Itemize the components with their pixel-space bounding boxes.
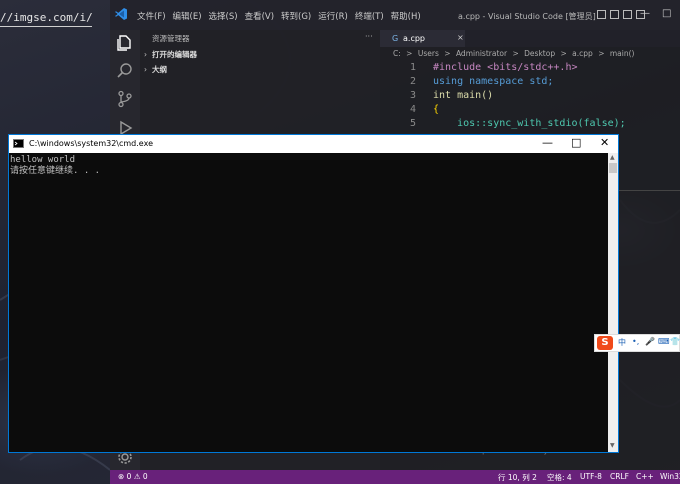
section-label: 大纲 xyxy=(152,65,167,74)
breadcrumb-separator: > xyxy=(560,49,567,58)
problems-indicator[interactable]: ⊗ 0 ⚠ 0 xyxy=(118,472,148,481)
cmd-close-button[interactable]: ✕ xyxy=(600,136,609,149)
ime-voice-icon[interactable]: 🎤 xyxy=(645,337,655,346)
ime-chinese-mode[interactable]: 中 xyxy=(618,337,626,348)
cmd-maximize-button[interactable]: □ xyxy=(571,136,581,149)
toggle-panel-icon[interactable] xyxy=(610,10,619,19)
breadcrumb-item[interactable]: a.cpp xyxy=(572,49,593,58)
encoding[interactable]: UTF-8 xyxy=(580,472,602,481)
section-outline[interactable]: › 大纲 xyxy=(144,64,167,75)
indentation[interactable]: 空格: 4 xyxy=(547,472,572,483)
scrollbar-thumb[interactable] xyxy=(609,163,617,173)
cmd-titlebar[interactable]: C:\windows\system32\cmd.exe — □ ✕ xyxy=(9,135,618,153)
ime-toolbar: S 中 •, 🎤 ⌨ 👕 xyxy=(594,334,680,352)
code-text: ios::sync_with_stdio(false); xyxy=(433,118,626,129)
toggle-secondary-sidebar-icon[interactable] xyxy=(623,10,632,19)
ime-skin-icon[interactable]: 👕 xyxy=(670,337,680,346)
cmd-window-title: C:\windows\system32\cmd.exe xyxy=(29,139,153,148)
vscode-titlebar: 文件(F) 编辑(E) 选择(S) 查看(V) 转到(G) 运行(R) 终端(T… xyxy=(110,0,680,30)
ime-keyboard-icon[interactable]: ⌨ xyxy=(658,337,670,346)
breadcrumb-separator: > xyxy=(444,49,451,58)
section-label: 打开的编辑器 xyxy=(152,50,197,59)
menu-bar: 文件(F) 编辑(E) 选择(S) 查看(V) 转到(G) 运行(R) 终端(T… xyxy=(137,10,428,22)
code-text: int main() xyxy=(433,90,494,101)
line-number: 4 xyxy=(409,104,416,115)
desktop-url-text: //imgse.com/i/ xyxy=(0,11,93,27)
sogou-ime-logo[interactable]: S xyxy=(597,336,613,350)
cmd-output-line: 请按任意键继续. . . xyxy=(10,166,101,176)
scroll-down-arrow-icon[interactable]: ▼ xyxy=(610,442,615,449)
chevron-right-icon: › xyxy=(144,50,147,59)
status-bar: ⊗ 0 ⚠ 0 行 10, 列 2 空格: 4 UTF-8 CRLF C++ W… xyxy=(110,470,680,484)
line-number: 1 xyxy=(409,62,416,73)
breadcrumb-separator: > xyxy=(406,49,413,58)
cpp-file-icon: G xyxy=(392,34,399,43)
menu-file[interactable]: 文件(F) xyxy=(137,10,166,22)
line-number: 5 xyxy=(409,118,416,129)
breadcrumb-separator: > xyxy=(512,49,519,58)
cmd-output-line: hellow world xyxy=(10,155,76,165)
cursor-position[interactable]: 行 10, 列 2 xyxy=(498,472,537,483)
breadcrumb-item[interactable]: Desktop xyxy=(524,49,555,58)
code-text: { xyxy=(433,104,440,115)
maximize-button[interactable]: □ xyxy=(662,8,671,19)
cmd-output[interactable]: hellow world 请按任意键继续. . . xyxy=(10,155,600,177)
explorer-more-button[interactable]: ··· xyxy=(365,32,373,41)
breadcrumb-item[interactable]: Users xyxy=(418,49,439,58)
cmd-minimize-button[interactable]: — xyxy=(542,136,553,149)
layout-controls xyxy=(597,10,645,19)
minimize-button[interactable]: — xyxy=(640,8,650,19)
menu-selection[interactable]: 选择(S) xyxy=(209,10,238,22)
toggle-sidebar-icon[interactable] xyxy=(597,10,606,19)
menu-run[interactable]: 运行(R) xyxy=(318,10,348,22)
menu-go[interactable]: 转到(G) xyxy=(281,10,311,22)
vscode-logo-icon xyxy=(115,8,127,20)
ime-punctuation-icon[interactable]: •, xyxy=(632,337,639,346)
language-mode[interactable]: C++ xyxy=(636,472,654,481)
line-endings[interactable]: CRLF xyxy=(610,472,629,481)
menu-help[interactable]: 帮助(H) xyxy=(391,10,421,22)
section-open-editors[interactable]: › 打开的编辑器 xyxy=(144,49,197,60)
line-number: 3 xyxy=(409,90,416,101)
chevron-right-icon: › xyxy=(144,65,147,74)
console-icon xyxy=(13,139,24,148)
cmd-window: C:\windows\system32\cmd.exe — □ ✕ hellow… xyxy=(8,134,619,453)
code-text: #include <bits/stdc++.h> xyxy=(433,62,578,73)
explorer-icon[interactable] xyxy=(116,34,134,52)
explorer-title: 资源管理器 xyxy=(152,34,190,43)
scroll-up-arrow-icon[interactable]: ▲ xyxy=(610,154,615,161)
platform[interactable]: Win32 xyxy=(660,472,680,481)
breadcrumb-item[interactable]: C: xyxy=(393,49,401,58)
tab-label: a.cpp xyxy=(403,34,425,43)
vscode-window-controls: — □ ✕ xyxy=(640,8,680,19)
search-icon[interactable] xyxy=(116,62,134,80)
breadcrumb-item[interactable]: Administrator xyxy=(456,49,507,58)
breadcrumb: C: > Users > Administrator > Desktop > a… xyxy=(393,49,637,58)
menu-edit[interactable]: 编辑(E) xyxy=(173,10,202,22)
tab-close-icon[interactable]: × xyxy=(457,33,464,42)
tab-a-cpp[interactable]: G a.cpp × xyxy=(380,30,465,47)
editor-tab-strip: G a.cpp × xyxy=(380,30,680,47)
line-number: 2 xyxy=(409,76,416,87)
source-control-icon[interactable] xyxy=(116,90,134,108)
breadcrumb-separator: > xyxy=(598,49,605,58)
window-title: a.cpp - Visual Studio Code [管理员] xyxy=(458,12,596,21)
menu-terminal[interactable]: 终端(T) xyxy=(355,10,384,22)
cmd-scrollbar[interactable]: ▲ ▼ xyxy=(608,153,618,452)
menu-view[interactable]: 查看(V) xyxy=(245,10,274,22)
breadcrumb-item[interactable]: main() xyxy=(610,49,635,58)
code-text: using namespace std; xyxy=(433,76,554,87)
